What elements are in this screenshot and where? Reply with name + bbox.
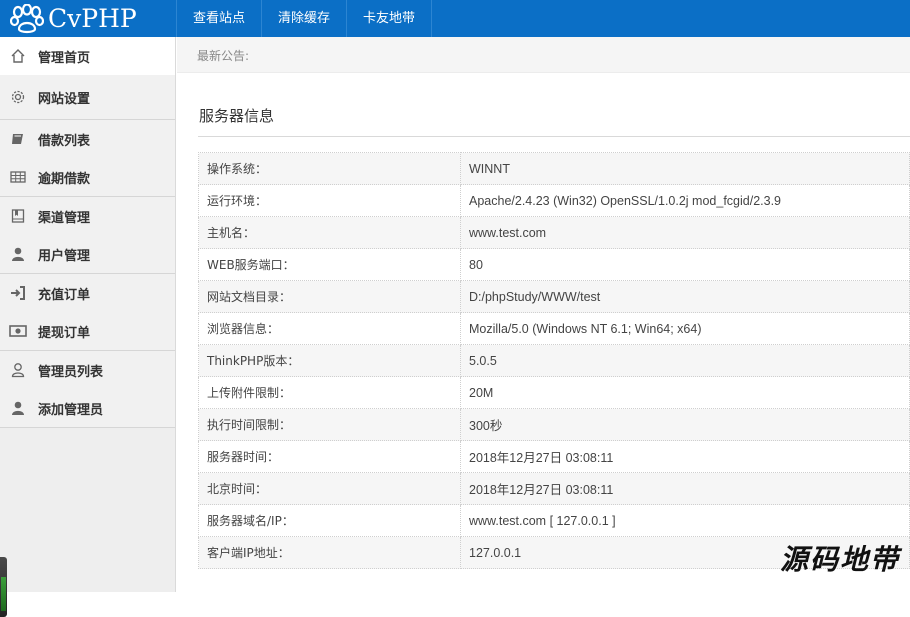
info-key: 操作系统：	[198, 152, 461, 185]
sidebar-item-label: 管理员列表	[38, 364, 104, 380]
sidebar-item-withdraw-orders[interactable]: 提现订单	[0, 312, 175, 350]
table-row: 浏览器信息： Mozilla/5.0 (Windows NT 6.1; Win64…	[198, 312, 910, 345]
sidebar-item-label: 添加管理员	[38, 402, 104, 418]
sidebar-item-channels[interactable]: 渠道管理	[0, 197, 175, 235]
table-row: ThinkPHP版本： 5.0.5	[198, 344, 910, 377]
sidebar-item-label: 提现订单	[38, 325, 91, 341]
main-content: 最新公告: 服务器信息 操作系统： WINNT 运行环境： Apache/2.4.2…	[177, 37, 910, 592]
announcement-label: 最新公告:	[197, 49, 250, 63]
info-value: 5.0.5	[460, 344, 910, 377]
info-value: 300秒	[460, 408, 910, 441]
watermark: 源码地带	[779, 543, 900, 576]
info-key: 上传附件限制：	[198, 376, 461, 409]
sidebar-item-label: 借款列表	[38, 133, 91, 149]
info-key: 运行环境：	[198, 184, 461, 217]
user-icon	[9, 245, 27, 263]
nav-clear-cache[interactable]: 清除缓存	[261, 0, 346, 37]
sidebar: 管理首页 网站设置 借款列表 逾期借款 渠道管理 用户管理 充值订单 提现订单 …	[0, 37, 176, 617]
sidebar-item-home[interactable]: 管理首页	[0, 37, 175, 75]
info-value: 20M	[460, 376, 910, 409]
home-icon	[9, 47, 27, 65]
info-key: 服务器域名/IP：	[198, 504, 461, 537]
sidebar-group-loans: 借款列表 逾期借款	[0, 120, 175, 197]
top-nav: 查看站点 清除缓存 卡友地带	[176, 0, 433, 37]
section-title: 服务器信息	[199, 107, 275, 125]
table-row: 服务器时间： 2018年12月27日 03:08:11	[198, 440, 910, 473]
announcement-bar: 最新公告:	[177, 37, 910, 73]
top-bar: CvPHP 查看站点 清除缓存 卡友地带	[0, 0, 910, 37]
sidebar-item-users[interactable]: 用户管理	[0, 235, 175, 273]
sidebar-item-recharge-orders[interactable]: 充值订单	[0, 274, 175, 312]
table-row: 主机名： www.test.com	[198, 216, 910, 249]
sidebar-item-label: 充值订单	[38, 287, 91, 303]
sidebar-item-loan-list[interactable]: 借款列表	[0, 120, 175, 158]
info-key: 客户端IP地址：	[198, 536, 461, 569]
sidebar-item-label: 渠道管理	[38, 210, 91, 226]
info-value: Mozilla/5.0 (Windows NT 6.1; Win64; x64)	[460, 312, 910, 345]
table-icon	[9, 168, 27, 186]
paw-icon	[10, 3, 44, 33]
sidebar-item-label: 网站设置	[38, 91, 91, 107]
table-row: 上传附件限制： 20M	[198, 376, 910, 409]
info-value: www.test.com	[460, 216, 910, 249]
sidebar-item-settings[interactable]: 网站设置	[0, 75, 175, 119]
table-row: 网站文档目录： D:/phpStudy/WWW/test	[198, 280, 910, 313]
server-info-table: 操作系统： WINNT 运行环境： Apache/2.4.23 (Win32) Op…	[198, 152, 910, 569]
gear-icon	[9, 88, 27, 106]
info-value: www.test.com [ 127.0.0.1 ]	[460, 504, 910, 537]
table-row: WEB服务端口： 80	[198, 248, 910, 281]
side-dock-widget[interactable]	[0, 557, 7, 617]
sidebar-item-overdue-loans[interactable]: 逾期借款	[0, 158, 175, 196]
table-row: 执行时间限制： 300秒	[198, 408, 910, 441]
info-key: 浏览器信息：	[198, 312, 461, 345]
table-row: 操作系统： WINNT	[198, 152, 910, 185]
book-icon	[9, 130, 27, 148]
sidebar-group-admins: 管理员列表 添加管理员	[0, 351, 175, 428]
info-key: 主机名：	[198, 216, 461, 249]
info-key: 网站文档目录：	[198, 280, 461, 313]
info-key: 服务器时间：	[198, 440, 461, 473]
sidebar-item-admin-list[interactable]: 管理员列表	[0, 351, 175, 389]
money-icon	[9, 322, 27, 340]
info-value: 80	[460, 248, 910, 281]
user-icon	[9, 399, 27, 417]
dock-lights	[1, 577, 6, 611]
table-row: 北京时间： 2018年12月27日 03:08:11	[198, 472, 910, 505]
sidebar-item-label: 逾期借款	[38, 171, 91, 187]
sidebar-item-label: 管理首页	[38, 50, 91, 66]
sidebar-group-orders: 充值订单 提现订单	[0, 274, 175, 351]
nav-view-site[interactable]: 查看站点	[176, 0, 261, 37]
sidebar-group-users: 渠道管理 用户管理	[0, 197, 175, 274]
user-outline-icon	[9, 361, 27, 379]
nav-card-zone[interactable]: 卡友地带	[346, 0, 433, 37]
info-value: D:/phpStudy/WWW/test	[460, 280, 910, 313]
logo[interactable]: CvPHP	[0, 0, 176, 37]
sidebar-group-home: 管理首页 网站设置	[0, 37, 175, 120]
info-value: 2018年12月27日 03:08:11	[460, 472, 910, 505]
brand-name: CvPHP	[48, 4, 137, 33]
divider	[198, 136, 910, 137]
info-value: 2018年12月27日 03:08:11	[460, 440, 910, 473]
table-row: 服务器域名/IP： www.test.com [ 127.0.0.1 ]	[198, 504, 910, 537]
info-key: 北京时间：	[198, 472, 461, 505]
info-key: WEB服务端口：	[198, 248, 461, 281]
bookmark-icon	[9, 207, 27, 225]
info-value: Apache/2.4.23 (Win32) OpenSSL/1.0.2j mod…	[460, 184, 910, 217]
info-key: 执行时间限制：	[198, 408, 461, 441]
sign-in-icon	[9, 284, 27, 302]
table-row: 运行环境： Apache/2.4.23 (Win32) OpenSSL/1.0.2…	[198, 184, 910, 217]
sidebar-item-add-admin[interactable]: 添加管理员	[0, 389, 175, 427]
info-value: WINNT	[460, 152, 910, 185]
sidebar-item-label: 用户管理	[38, 248, 91, 264]
info-key: ThinkPHP版本：	[198, 344, 461, 377]
